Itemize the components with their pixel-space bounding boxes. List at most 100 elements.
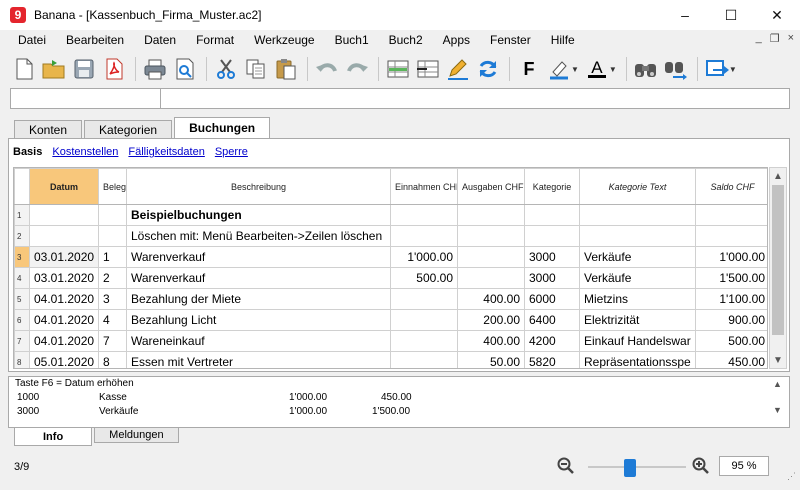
tab-kategorien[interactable]: Kategorien [84,120,173,138]
cell-description[interactable]: Essen mit Vertreter [126,351,391,368]
cell-date[interactable]: 03.01.2020 [29,267,99,289]
zoom-slider-track[interactable] [588,466,686,468]
cell-doc[interactable] [98,204,127,226]
cell-doc[interactable]: 3 [98,288,127,310]
cell-description[interactable]: Warenverkauf [126,246,391,268]
cell-category[interactable]: 6400 [524,309,580,331]
cell-category[interactable]: 3000 [524,246,580,268]
info-scrollbar[interactable]: ▲ ▼ [773,379,787,425]
bold-icon[interactable]: F [515,55,543,83]
minimize-button[interactable]: – [662,0,708,30]
cell-doc[interactable]: 8 [98,351,127,368]
cell-description[interactable]: Wareneinkauf [126,330,391,352]
cell-category[interactable]: 5820 [524,351,580,368]
close-button[interactable]: ✕ [754,0,800,30]
menu-format[interactable]: Format [186,33,244,47]
tab-buchungen[interactable]: Buchungen [174,117,271,138]
menu-bearbeiten[interactable]: Bearbeiten [56,33,134,47]
font-color-dropdown-icon[interactable]: ▼ [609,65,617,74]
column-header-kategorie[interactable]: Kategorie [524,168,580,205]
cell-doc[interactable]: 2 [98,267,127,289]
cell-income[interactable] [390,351,458,368]
navigate-icon[interactable] [703,55,731,83]
zoom-slider-thumb[interactable] [624,459,637,477]
info-scroll-up-icon[interactable]: ▲ [773,379,787,389]
column-header-beleg[interactable]: Beleg [98,168,127,205]
cell-date[interactable]: 04.01.2020 [29,309,99,331]
cell-date[interactable]: 04.01.2020 [29,288,99,310]
cell-expense[interactable]: 400.00 [457,288,525,310]
find-icon[interactable] [632,55,660,83]
cell-income[interactable] [390,225,458,247]
row-number[interactable]: 7 [14,330,30,352]
cell-edit-field[interactable] [161,89,789,108]
edit-icon[interactable] [444,55,472,83]
cell-date[interactable]: 05.01.2020 [29,351,99,368]
column-header-einnahmen[interactable]: Einnahmen CHF [390,168,458,205]
cell-doc[interactable]: 4 [98,309,127,331]
menu-buch2[interactable]: Buch2 [379,33,433,47]
cell-description[interactable]: Bezahlung Licht [126,309,391,331]
scroll-down-icon[interactable]: ▼ [770,352,786,368]
cell-category[interactable] [524,225,580,247]
view-basis[interactable]: Basis [13,146,42,158]
print-icon[interactable] [141,55,169,83]
cell-doc[interactable]: 1 [98,246,127,268]
recalculate-icon[interactable] [474,55,502,83]
cell-description[interactable]: Beispielbuchungen [126,204,391,226]
view-faelligkeitsdaten[interactable]: Fälligkeitsdaten [128,146,204,158]
print-preview-icon[interactable] [171,55,199,83]
menu-werkzeuge[interactable]: Werkzeuge [244,33,324,47]
mdi-restore-button[interactable]: ❐ [770,32,780,45]
cell-income[interactable]: 500.00 [390,267,458,289]
tab-info[interactable]: Info [14,428,93,446]
cell-expense[interactable] [457,225,525,247]
menu-fenster[interactable]: Fenster [480,33,541,47]
scroll-up-icon[interactable]: ▲ [770,168,786,184]
view-sperre[interactable]: Sperre [215,146,248,158]
row-number[interactable]: 1 [14,204,30,226]
menu-hilfe[interactable]: Hilfe [541,33,585,47]
scroll-thumb[interactable] [772,185,784,335]
highlight-icon[interactable] [545,55,573,83]
view-kostenstellen[interactable]: Kostenstellen [52,146,118,158]
cut-icon[interactable] [212,55,240,83]
cell-income[interactable]: 1'000.00 [390,246,458,268]
cell-doc[interactable] [98,225,127,247]
cell-expense[interactable]: 50.00 [457,351,525,368]
row-number[interactable]: 8 [14,351,30,368]
zoom-percentage-field[interactable]: 95 % [719,456,769,476]
row-number[interactable]: 3 [14,246,30,268]
cell-category[interactable]: 4200 [524,330,580,352]
zoom-out-icon[interactable] [557,457,575,478]
tab-meldungen[interactable]: Meldungen [94,428,179,443]
find-replace-icon[interactable] [662,55,690,83]
column-header-ausgaben[interactable]: Ausgaben CHF [457,168,525,205]
open-folder-icon[interactable] [40,55,68,83]
cell-date[interactable] [29,225,99,247]
menu-buch1[interactable]: Buch1 [325,33,379,47]
cell-category[interactable] [524,204,580,226]
tab-konten[interactable]: Konten [14,120,83,138]
save-icon[interactable] [70,55,98,83]
cell-description[interactable]: Bezahlung der Miete [126,288,391,310]
grid-vertical-scrollbar[interactable]: ▲ ▼ [769,167,787,369]
undo-icon[interactable] [313,55,341,83]
cell-date[interactable] [29,204,99,226]
cell-date[interactable]: 03.01.2020 [29,246,99,268]
cell-reference-field[interactable] [11,89,161,108]
menu-datei[interactable]: Datei [8,33,56,47]
cell-income[interactable] [390,204,458,226]
info-scroll-down-icon[interactable]: ▼ [773,405,787,415]
cell-description[interactable]: Warenverkauf [126,267,391,289]
cell-category[interactable]: 3000 [524,267,580,289]
maximize-button[interactable]: ☐ [708,0,754,30]
new-document-icon[interactable] [10,55,38,83]
cell-expense[interactable]: 200.00 [457,309,525,331]
row-number[interactable]: 5 [14,288,30,310]
resize-grip-icon[interactable]: ⋰ [787,471,797,481]
menu-daten[interactable]: Daten [134,33,186,47]
delete-row-icon[interactable] [414,55,442,83]
cell-expense[interactable] [457,246,525,268]
cell-income[interactable] [390,288,458,310]
